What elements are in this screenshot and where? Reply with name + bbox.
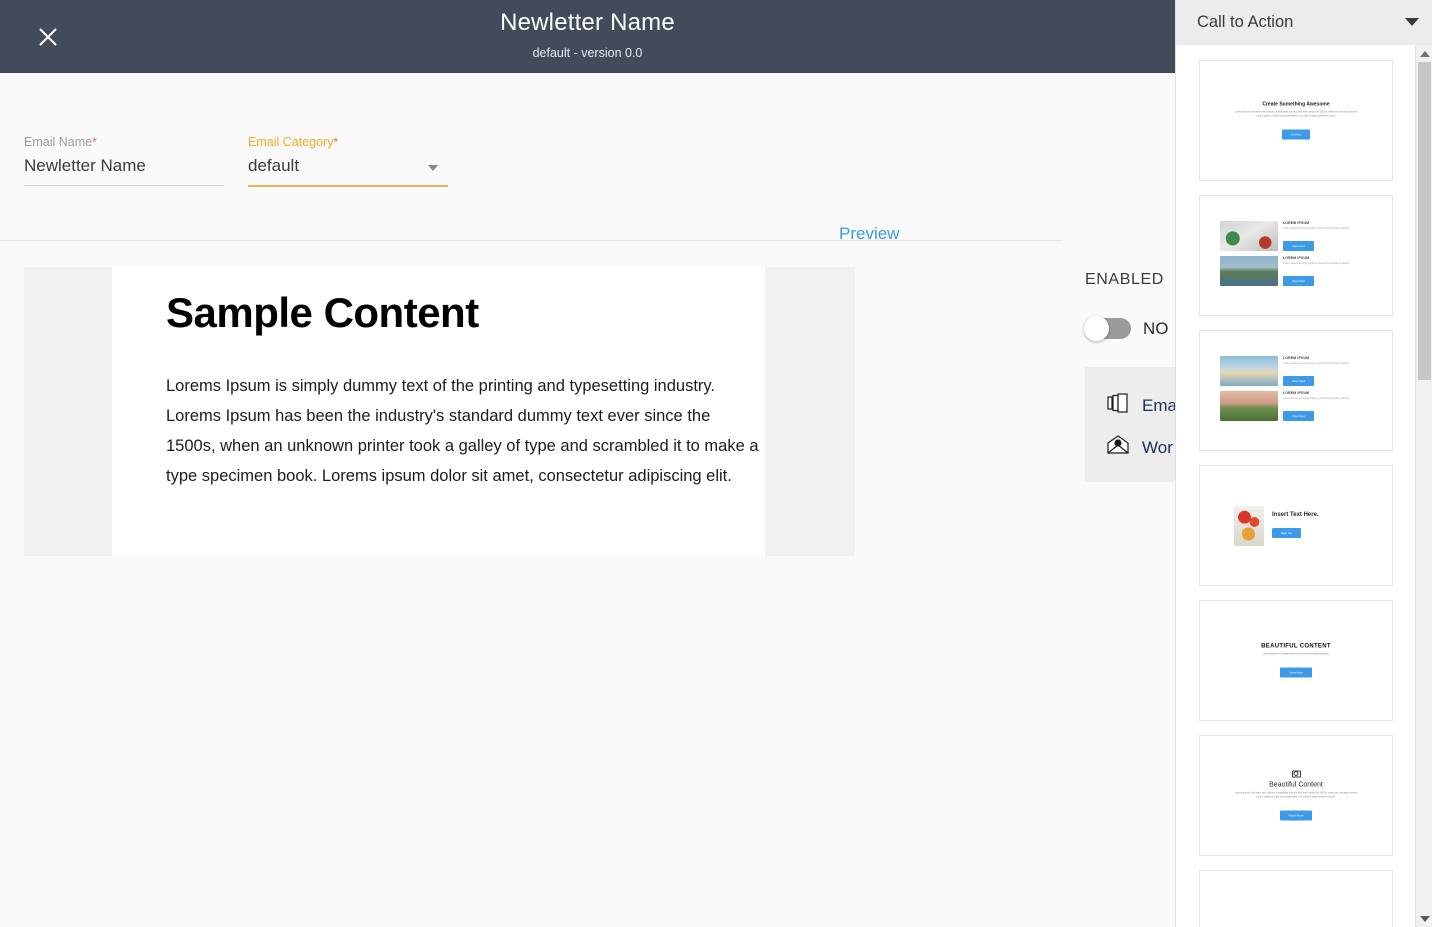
toggle-knob bbox=[1084, 316, 1109, 341]
thumb-row-title: LOREM IPSUM bbox=[1283, 355, 1310, 360]
thumb-title: BEAUTIFUL CONTENT bbox=[1261, 643, 1331, 649]
required-marker: * bbox=[92, 135, 97, 149]
list-item[interactable]: BEAUTIFUL CONTENT Lorem Ipsum is simply … bbox=[1199, 600, 1393, 721]
thumb-button: View Now bbox=[1280, 667, 1312, 677]
content-paragraph: Lorems Ipsum is simply dummy text of the… bbox=[166, 377, 759, 485]
thumb-row-title: LOREM IPSUM bbox=[1283, 390, 1310, 395]
email-name-field[interactable]: Email Name* Newletter Name bbox=[24, 135, 224, 186]
thumb-body: Lorem Ipsum has been the industry's stan… bbox=[1234, 110, 1358, 117]
list-item[interactable]: BEAUTIFUL CONTENT bbox=[1199, 870, 1393, 927]
app-header: Newletter Name default - version 0.0 bbox=[0, 0, 1175, 73]
email-category-underline bbox=[248, 185, 448, 187]
thumb-body: Lorem Ipsum has been the industry's stan… bbox=[1234, 791, 1358, 798]
email-name-label: Email Name* bbox=[24, 135, 224, 149]
enabled-toggle[interactable] bbox=[1084, 316, 1131, 341]
email-category-value[interactable]: default bbox=[248, 156, 448, 185]
menu-item-word[interactable]: Wor bbox=[1107, 435, 1173, 460]
thumb-row: LOREM IPSUM Lorem Ipsum is simply dummy … bbox=[1220, 220, 1372, 252]
thumb-row-body: Lorem Ipsum is simply dummy text of the … bbox=[1283, 361, 1350, 365]
list-item[interactable]: LOREM IPSUM Lorem Ipsum is simply dummy … bbox=[1199, 195, 1393, 316]
menu-item-email[interactable]: Ema bbox=[1107, 393, 1177, 418]
thumb-image bbox=[1220, 255, 1278, 286]
thumb-row-title: LOREM IPSUM bbox=[1283, 220, 1310, 225]
enabled-toggle-row[interactable]: NO bbox=[1084, 316, 1169, 341]
chevron-down-icon[interactable] bbox=[428, 165, 438, 171]
thumb-body: Lorem Ipsum is simply dummy text of the … bbox=[1262, 652, 1330, 655]
page-title: Newletter Name bbox=[500, 9, 675, 36]
thumb-title: Insert Text Here. bbox=[1272, 512, 1319, 518]
thumb-inline-row: Insert Text Here. Sign Up bbox=[1234, 505, 1358, 546]
cta-section-title: Call to Action bbox=[1197, 13, 1294, 31]
required-marker: * bbox=[333, 135, 339, 149]
menu-item-word-label: Wor bbox=[1142, 437, 1173, 457]
email-name-label-text: Email Name bbox=[24, 135, 93, 149]
triangle-up-icon[interactable] bbox=[1416, 45, 1432, 62]
menu-item-email-label: Ema bbox=[1142, 395, 1177, 415]
thumb-row-button: View Now bbox=[1283, 275, 1315, 286]
thumb-title: Create Something Awesome bbox=[1262, 101, 1330, 107]
list-item[interactable]: LOREM IPSUM Lorem Ipsum is simply dummy … bbox=[1199, 330, 1393, 451]
list-item[interactable]: Beautiful Content Lorem Ipsum has been t… bbox=[1199, 735, 1393, 856]
cta-section-header[interactable]: Call to Action bbox=[1176, 0, 1432, 45]
thumb-button: Go Now bbox=[1281, 129, 1311, 139]
email-template-editor: Newletter Name default - version 0.0 Ema… bbox=[0, 0, 1432, 927]
thumb-image bbox=[1220, 390, 1278, 421]
thumb-row: LOREM IPSUM Lorem Ipsum is simply dummy … bbox=[1220, 390, 1372, 422]
sidebar-scrollbar[interactable] bbox=[1415, 45, 1432, 927]
list-item[interactable]: Create Something Awesome Lorem Ipsum has… bbox=[1199, 60, 1393, 181]
email-category-label: Email Category* bbox=[248, 135, 448, 149]
email-columns-icon bbox=[1107, 393, 1129, 418]
list-item[interactable]: Insert Text Here. Sign Up bbox=[1199, 465, 1393, 586]
thumb-row-body: Lorem Ipsum is simply dummy text of the … bbox=[1283, 261, 1350, 265]
preview-button[interactable]: Preview bbox=[839, 224, 899, 244]
thumb-row-button: View Now bbox=[1283, 240, 1315, 251]
email-category-label-text: Email Category bbox=[248, 135, 334, 149]
email-category-field[interactable]: Email Category* default bbox=[248, 135, 448, 187]
envelope-open-icon bbox=[1107, 435, 1129, 460]
thumb-row: LOREM IPSUM Lorem Ipsum is simply dummy … bbox=[1220, 355, 1372, 387]
content-heading: Sample Content bbox=[166, 289, 479, 336]
content-block-strip: Sample Content Lorems Ipsum is simply du… bbox=[24, 267, 855, 556]
scrollbar-thumb[interactable] bbox=[1418, 62, 1431, 380]
triangle-down-icon[interactable] bbox=[1416, 910, 1432, 927]
chevron-down-icon[interactable] bbox=[1405, 14, 1419, 32]
content-block[interactable]: Sample Content Lorems Ipsum is simply du… bbox=[112, 267, 765, 556]
email-canvas: Sample Content Lorems Ipsum is simply du… bbox=[0, 242, 1175, 927]
thumb-title: Beautiful Content bbox=[1269, 781, 1323, 788]
camera-icon bbox=[1291, 770, 1301, 777]
form-toolbar: Email Name* Newletter Name Email Categor… bbox=[0, 73, 1175, 311]
cta-template-list[interactable]: Create Something Awesome Lorem Ipsum has… bbox=[1176, 45, 1416, 927]
enabled-label: ENABLED bbox=[1085, 271, 1164, 288]
thumb-row-title: LOREM IPSUM bbox=[1283, 255, 1310, 260]
thumb-image bbox=[1234, 505, 1264, 546]
toggle-value-label: NO bbox=[1143, 318, 1169, 338]
thumb-image bbox=[1220, 355, 1278, 386]
thumb-row-button: View Now bbox=[1283, 410, 1315, 421]
call-to-action-sidebar: Call to Action Create Something Awesome … bbox=[1175, 0, 1432, 927]
thumb-row-body: Lorem Ipsum is simply dummy text of the … bbox=[1283, 226, 1350, 230]
version-label: default - version 0.0 bbox=[532, 46, 643, 60]
thumb-row-body: Lorem Ipsum is simply dummy text of the … bbox=[1283, 396, 1350, 400]
thumb-row: LOREM IPSUM Lorem Ipsum is simply dummy … bbox=[1220, 255, 1372, 287]
thumb-button: Sign Up bbox=[1272, 528, 1301, 538]
email-name-underline bbox=[24, 185, 224, 186]
email-name-input[interactable]: Newletter Name bbox=[24, 156, 224, 185]
thumb-image bbox=[1220, 220, 1278, 251]
thumb-row-button: View Now bbox=[1283, 375, 1315, 386]
thumb-button: Read More bbox=[1279, 810, 1313, 820]
